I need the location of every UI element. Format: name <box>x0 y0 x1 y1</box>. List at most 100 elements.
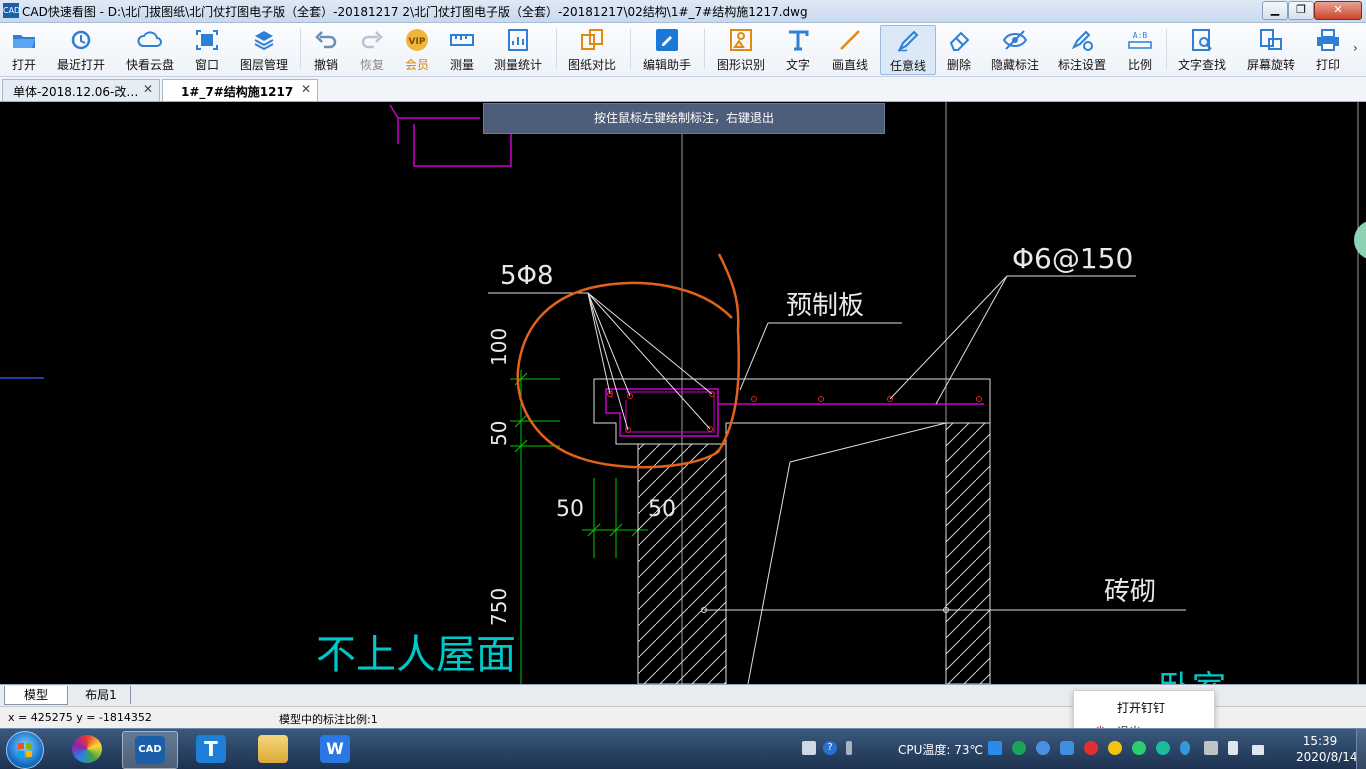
tray-expand-icon[interactable] <box>846 741 852 755</box>
window-button[interactable]: 窗口 <box>188 25 226 73</box>
menu-item-open-dingtalk[interactable]: 打开钉钉 <box>1117 699 1165 716</box>
rotate-screen-button[interactable]: 屏幕旋转 <box>1242 25 1300 73</box>
360-security-icon[interactable] <box>1012 741 1026 755</box>
wechat-icon[interactable] <box>1132 741 1146 755</box>
text-search-label: 文字查找 <box>1177 58 1226 72</box>
dim-text-750: 750 <box>487 588 511 626</box>
text-label: 文字 <box>785 58 810 72</box>
measure-icon <box>450 34 474 46</box>
wps-icon: W <box>320 735 350 763</box>
network-drive-icon[interactable] <box>1060 741 1074 755</box>
cube-icon[interactable] <box>988 741 1002 755</box>
signal-icon[interactable] <box>1252 745 1264 755</box>
draw-line-button[interactable]: 画直线 <box>826 25 874 73</box>
minimize-button[interactable]: ▁ <box>1262 1 1288 20</box>
open-label: 打开 <box>11 58 36 72</box>
tab-label: 1#_7#结构施1217 <box>181 85 294 99</box>
layer-manager-button[interactable]: 图层管理 <box>236 25 292 73</box>
tab-layout-1[interactable]: 布局1 <box>72 686 131 704</box>
measure-stats-icon <box>508 29 528 51</box>
windows-logo-icon <box>18 743 32 757</box>
shape-recognition-icon <box>730 29 752 51</box>
tab-document-2[interactable]: 1#_7#结构施1217 ✕ <box>162 79 318 101</box>
drawing-canvas[interactable]: 5Φ8 Φ6@150 预制板 砖砌 不上人屋面 卧室 100 50 750 50… <box>0 102 1366 684</box>
undo-icon <box>315 31 337 49</box>
precast-slab-label: 预制板 <box>786 291 864 321</box>
edit-assistant-label: 编辑助手 <box>642 58 691 72</box>
cpu-temperature: CPU温度: 73℃ <box>898 743 984 757</box>
usb-icon[interactable] <box>1204 741 1218 755</box>
clock-date: 2020/8/14 <box>1296 750 1358 764</box>
drawing-hint: 按住鼠标左键绘制标注，右键退出 <box>483 103 885 134</box>
scale-button[interactable]: A:B 比例 <box>1120 25 1160 73</box>
svg-text:A:B: A:B <box>1133 31 1148 40</box>
measure-stats-label: 测量统计 <box>493 58 542 72</box>
taskbar-wps[interactable]: W <box>308 731 362 767</box>
text-button[interactable]: 文字 <box>778 25 818 73</box>
annotation-settings-label: 标注设置 <box>1057 58 1106 72</box>
text-search-button[interactable]: 文字查找 <box>1174 25 1230 73</box>
hide-annotation-label: 隐藏标注 <box>990 58 1039 72</box>
edit-assistant-button[interactable]: 编辑助手 <box>638 25 696 73</box>
title-bar: CAD CAD快速看图 - D:\北门拔图纸\北门仗打图电子版（全套）-2018… <box>0 0 1366 23</box>
print-button[interactable]: 打印 <box>1308 25 1348 73</box>
maximize-button[interactable]: ❐ <box>1288 1 1314 20</box>
tab-close-icon[interactable]: ✕ <box>301 82 311 96</box>
eraser-icon <box>949 31 970 51</box>
cad-drawing: 5Φ8 Φ6@150 预制板 砖砌 不上人屋面 卧室 100 50 750 50… <box>0 102 1359 684</box>
cloud-button[interactable]: 快看云盘 <box>122 25 178 73</box>
open-button[interactable]: 打开 <box>2 25 46 73</box>
hide-annotation-button[interactable]: 隐藏标注 <box>986 25 1044 73</box>
delete-button[interactable]: 删除 <box>940 25 978 73</box>
measure-stats-button[interactable]: 测量统计 <box>490 25 546 73</box>
stirrup-label: Φ6@150 <box>1012 242 1133 275</box>
compare-label: 图纸对比 <box>567 58 616 72</box>
wall-left <box>637 443 727 684</box>
freehand-line-label: 任意线 <box>889 59 926 73</box>
measure-button[interactable]: 测量 <box>442 25 482 73</box>
taskbar-t-app[interactable]: T <box>184 731 238 767</box>
show-desktop-button[interactable] <box>1356 729 1366 769</box>
toolbar-more-icon[interactable]: › <box>1353 41 1358 55</box>
gear-icon[interactable] <box>1036 741 1050 755</box>
shape-recognition-button[interactable]: 图形识别 <box>712 25 770 73</box>
weibo-icon[interactable] <box>1084 741 1098 755</box>
redo-label: 恢复 <box>359 58 384 72</box>
bedroom-label: 卧室 <box>1158 669 1226 684</box>
undo-button[interactable]: 撤销 <box>306 25 346 73</box>
hide-eye-icon <box>1002 30 1028 50</box>
taskbar-cad-viewer[interactable]: CAD <box>122 731 178 769</box>
taskbar-file-explorer[interactable] <box>246 731 300 767</box>
vip-icon: VIP <box>406 29 428 51</box>
vip-button[interactable]: VIP 会员 <box>398 25 436 73</box>
system-clock[interactable]: 15:39 2020/8/14 <box>1296 733 1358 765</box>
dingtalk-icon[interactable] <box>1156 741 1170 755</box>
compare-button[interactable]: 图纸对比 <box>564 25 620 73</box>
draw-line-label: 画直线 <box>831 58 868 72</box>
svg-text:VIP: VIP <box>409 37 426 47</box>
help-icon[interactable]: ? <box>823 741 837 755</box>
tab-model[interactable]: 模型 <box>4 686 68 705</box>
delete-label: 删除 <box>946 58 971 72</box>
volume-icon[interactable] <box>1228 741 1238 755</box>
undo-label: 撤销 <box>313 58 338 72</box>
layers-icon <box>254 31 274 51</box>
dim-text-50-b: 50 <box>648 497 676 522</box>
qq-icon[interactable] <box>1108 741 1122 755</box>
recent-button[interactable]: 最近打开 <box>52 25 110 73</box>
scale-label: 比例 <box>1127 58 1152 72</box>
tab-close-icon[interactable]: ✕ <box>143 82 153 96</box>
history-icon <box>71 30 91 50</box>
bluetooth-icon[interactable] <box>1180 741 1190 755</box>
taskbar-browser[interactable] <box>60 731 114 767</box>
annotation-scale: 模型中的标注比例:1 <box>279 713 378 726</box>
redo-button[interactable]: 恢复 <box>352 25 392 73</box>
tab-document-1[interactable]: 单体-2018.12.06-改… ✕ <box>2 79 160 101</box>
freehand-line-button[interactable]: 任意线 <box>880 25 936 75</box>
annotation-settings-button[interactable]: 标注设置 <box>1052 25 1112 73</box>
close-button[interactable]: ✕ <box>1314 1 1362 20</box>
keyboard-icon[interactable] <box>802 741 816 755</box>
open-folder-icon <box>13 35 35 48</box>
leader-line <box>747 461 791 684</box>
start-button[interactable] <box>6 731 44 769</box>
